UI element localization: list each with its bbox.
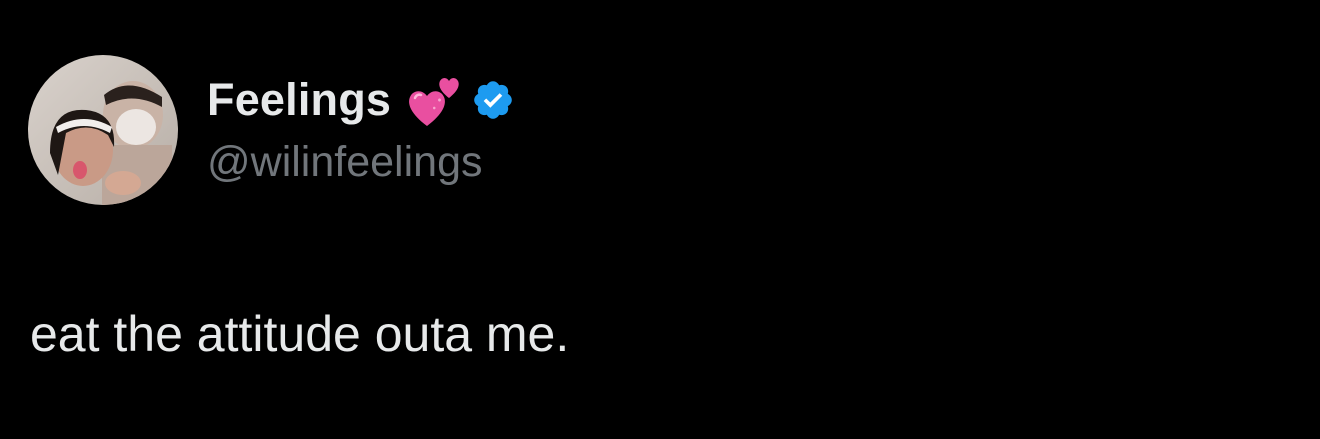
tweet-card: Feelings @wilinfeelings eat the attitude… (0, 0, 1320, 439)
verified-badge-icon[interactable] (471, 78, 515, 122)
avatar-photo (28, 55, 178, 205)
author-name-row[interactable]: Feelings (207, 70, 515, 130)
tweet-text: eat the attitude outa me. (30, 306, 570, 362)
author-handle[interactable]: @wilinfeelings (207, 138, 483, 187)
two-hearts-icon (405, 70, 463, 130)
display-name[interactable]: Feelings (207, 74, 391, 126)
avatar[interactable] (28, 55, 178, 205)
